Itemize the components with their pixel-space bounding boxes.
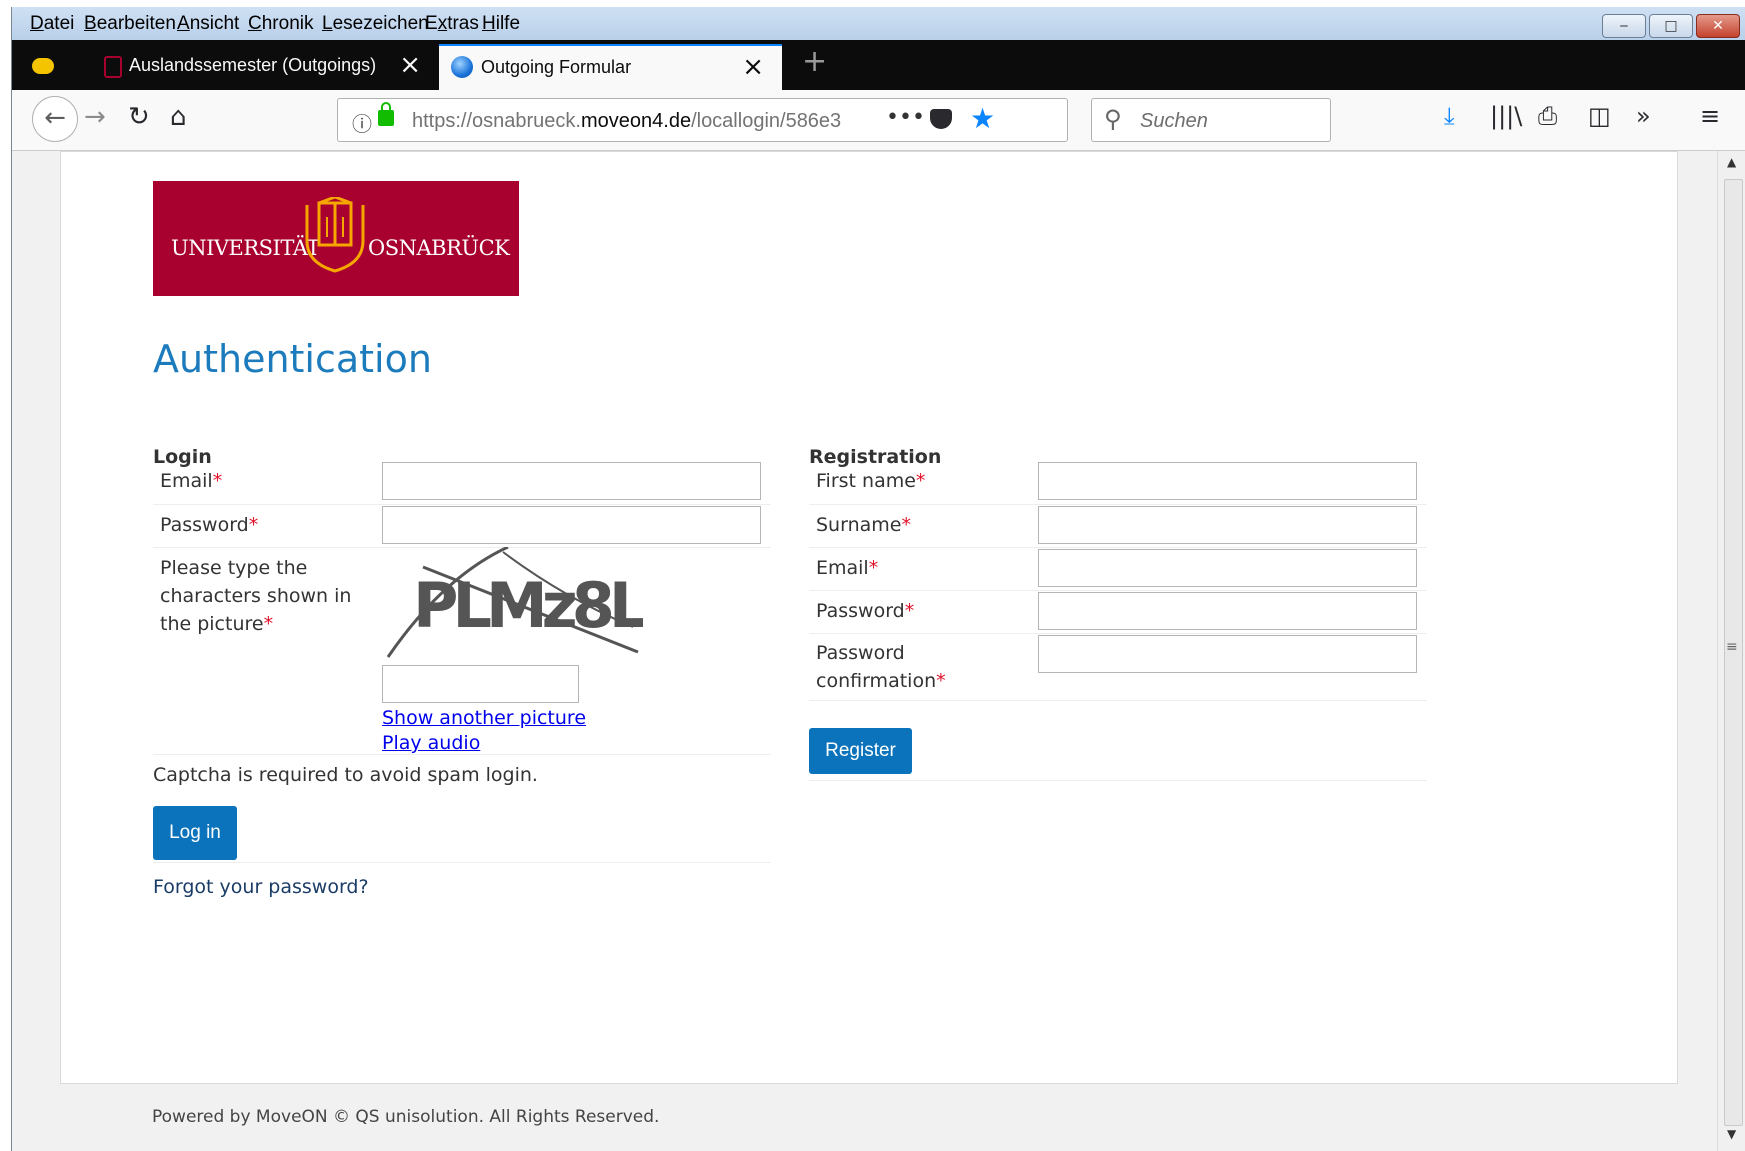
globe-icon	[451, 56, 473, 78]
forward-arrow-icon[interactable]: →	[84, 102, 106, 132]
reg-email-label: Email*	[816, 557, 879, 579]
menu-hilfe[interactable]: Hilfe	[482, 13, 520, 35]
captcha-note: Captcha is required to avoid spam login.	[153, 764, 538, 786]
home-icon[interactable]: ⌂	[170, 102, 187, 132]
tab-title: Outgoing Formular	[481, 57, 632, 77]
captcha-input[interactable]	[382, 665, 579, 703]
reg-password-label: Password*	[816, 600, 915, 622]
scrollbar-grip-icon: ≡	[1726, 639, 1738, 655]
scroll-up-arrow-icon[interactable]: ▲	[1727, 155, 1736, 169]
hamburger-menu-icon[interactable]: ≡	[1700, 102, 1720, 130]
captcha-row: Please type the characters shown in the …	[153, 547, 771, 755]
logo-word-left: UNIVERSITÄT	[171, 236, 320, 260]
bank-icon	[32, 58, 54, 74]
register-button[interactable]: Register	[809, 728, 912, 774]
menu-extras[interactable]: Extras	[425, 13, 479, 35]
scroll-down-arrow-icon[interactable]: ▼	[1727, 1127, 1736, 1141]
login-password-row: Password*	[153, 504, 771, 548]
reg-password-row: Password*	[809, 590, 1427, 634]
vertical-scrollbar[interactable]: ▲ ≡ ▼	[1717, 151, 1745, 1151]
university-crest-icon	[305, 197, 365, 273]
university-logo: UNIVERSITÄT OSNABRÜCK	[153, 181, 519, 296]
tab-title: Auslandssemester (Outgoings)	[129, 55, 377, 75]
close-window-button[interactable]: ✕	[1696, 14, 1740, 38]
play-audio-link[interactable]: Play audio	[382, 732, 480, 754]
library-icon[interactable]: |||\	[1490, 102, 1522, 130]
menu-bar: Datei Bearbeiten Ansicht Chronik Lesezei…	[12, 7, 1745, 40]
reg-surname-input[interactable]	[1038, 506, 1417, 544]
show-another-picture-link[interactable]: Show another picture	[382, 707, 586, 729]
menu-lesezeichen[interactable]: Lesezeichen	[322, 13, 429, 35]
page-title: Authentication	[153, 337, 432, 381]
logo-word-right: OSNABRÜCK	[368, 236, 510, 260]
reg-password-confirmation-label: Password confirmation*	[816, 642, 946, 692]
captcha-image: PLMz8L	[386, 547, 643, 658]
tab-bar: Auslandssemester (Outgoings) × Outgoing …	[12, 40, 1745, 90]
svg-text:PLMz8L: PLMz8L	[413, 569, 643, 642]
close-icon[interactable]: ×	[399, 50, 421, 80]
reg-email-input[interactable]	[1038, 549, 1417, 587]
login-email-input[interactable]	[382, 462, 761, 500]
back-arrow-icon[interactable]: ←	[32, 96, 78, 142]
pocket-icon[interactable]	[930, 109, 952, 129]
content-card: UNIVERSITÄT OSNABRÜCK Authentication Log…	[60, 151, 1678, 1084]
search-icon: ⚲	[1104, 105, 1122, 133]
login-email-label: Email*	[160, 470, 223, 492]
reg-password-confirmation-row: Password confirmation*	[809, 633, 1427, 701]
reg-first-name-input[interactable]	[1038, 462, 1417, 500]
menu-datei[interactable]: Datei	[30, 13, 74, 35]
reg-password-confirmation-input[interactable]	[1038, 635, 1417, 673]
menu-bearbeiten[interactable]: Bearbeiten	[84, 13, 176, 35]
lock-icon[interactable]	[378, 102, 394, 126]
print-icon[interactable]: ⎙	[1538, 102, 1557, 130]
reg-surname-row: Surname*	[809, 504, 1427, 548]
reg-password-input[interactable]	[1038, 592, 1417, 630]
reg-first-name-row: First name*	[809, 462, 1427, 505]
forgot-password-link[interactable]: Forgot your password?	[153, 876, 369, 898]
login-email-row: Email*	[153, 462, 771, 505]
register-button-row: Register	[809, 700, 1427, 781]
url-text[interactable]: https://osnabrueck.moveon4.de/locallogin…	[412, 110, 842, 133]
reg-email-row: Email*	[809, 547, 1427, 591]
tab-outgoing-formular[interactable]: Outgoing Formular ×	[439, 44, 782, 90]
info-icon[interactable]: ⓘ	[352, 108, 372, 137]
close-icon[interactable]: ×	[742, 52, 764, 82]
minimize-button[interactable]: ‒	[1602, 14, 1646, 38]
sidebar-icon[interactable]: ◫	[1588, 102, 1611, 130]
reg-surname-label: Surname*	[816, 514, 911, 536]
page-actions-icon[interactable]: •••	[886, 105, 925, 130]
reload-icon[interactable]: ↻	[128, 102, 150, 132]
search-placeholder: Suchen	[1140, 110, 1208, 132]
new-tab-icon[interactable]: +	[802, 44, 827, 79]
menu-ansicht[interactable]: Ansicht	[177, 13, 239, 35]
bookmark-star-icon[interactable]: ★	[970, 102, 995, 135]
download-icon[interactable]: ⤓	[1444, 102, 1455, 130]
overflow-chevron-icon[interactable]: »	[1636, 102, 1651, 130]
search-box[interactable]: ⚲ Suchen	[1091, 98, 1331, 142]
captcha-label: Please type the characters shown in the …	[160, 557, 352, 635]
navigation-toolbar: ← → ↻ ⌂ ⓘ https://osnabrueck.moveon4.de/…	[12, 90, 1745, 151]
login-button[interactable]: Log in	[153, 806, 237, 860]
address-bar[interactable]: ⓘ https://osnabrueck.moveon4.de/locallog…	[337, 98, 1068, 142]
university-shield-icon	[104, 56, 122, 78]
login-button-row: Log in	[153, 792, 771, 863]
browser-window: Datei Bearbeiten Ansicht Chronik Lesezei…	[11, 7, 1745, 1151]
footer-text: Powered by MoveON © QS unisolution. All …	[152, 1107, 660, 1127]
reg-first-name-label: First name*	[816, 470, 926, 492]
page-viewport: UNIVERSITÄT OSNABRÜCK Authentication Log…	[12, 151, 1717, 1151]
tab-auslandssemester[interactable]: Auslandssemester (Outgoings) ×	[74, 44, 439, 90]
login-password-input[interactable]	[382, 506, 761, 544]
tab-pinned[interactable]	[12, 44, 74, 90]
maximize-button[interactable]: □	[1649, 14, 1693, 38]
menu-chronik[interactable]: Chronik	[248, 13, 313, 35]
login-password-label: Password*	[160, 514, 259, 536]
